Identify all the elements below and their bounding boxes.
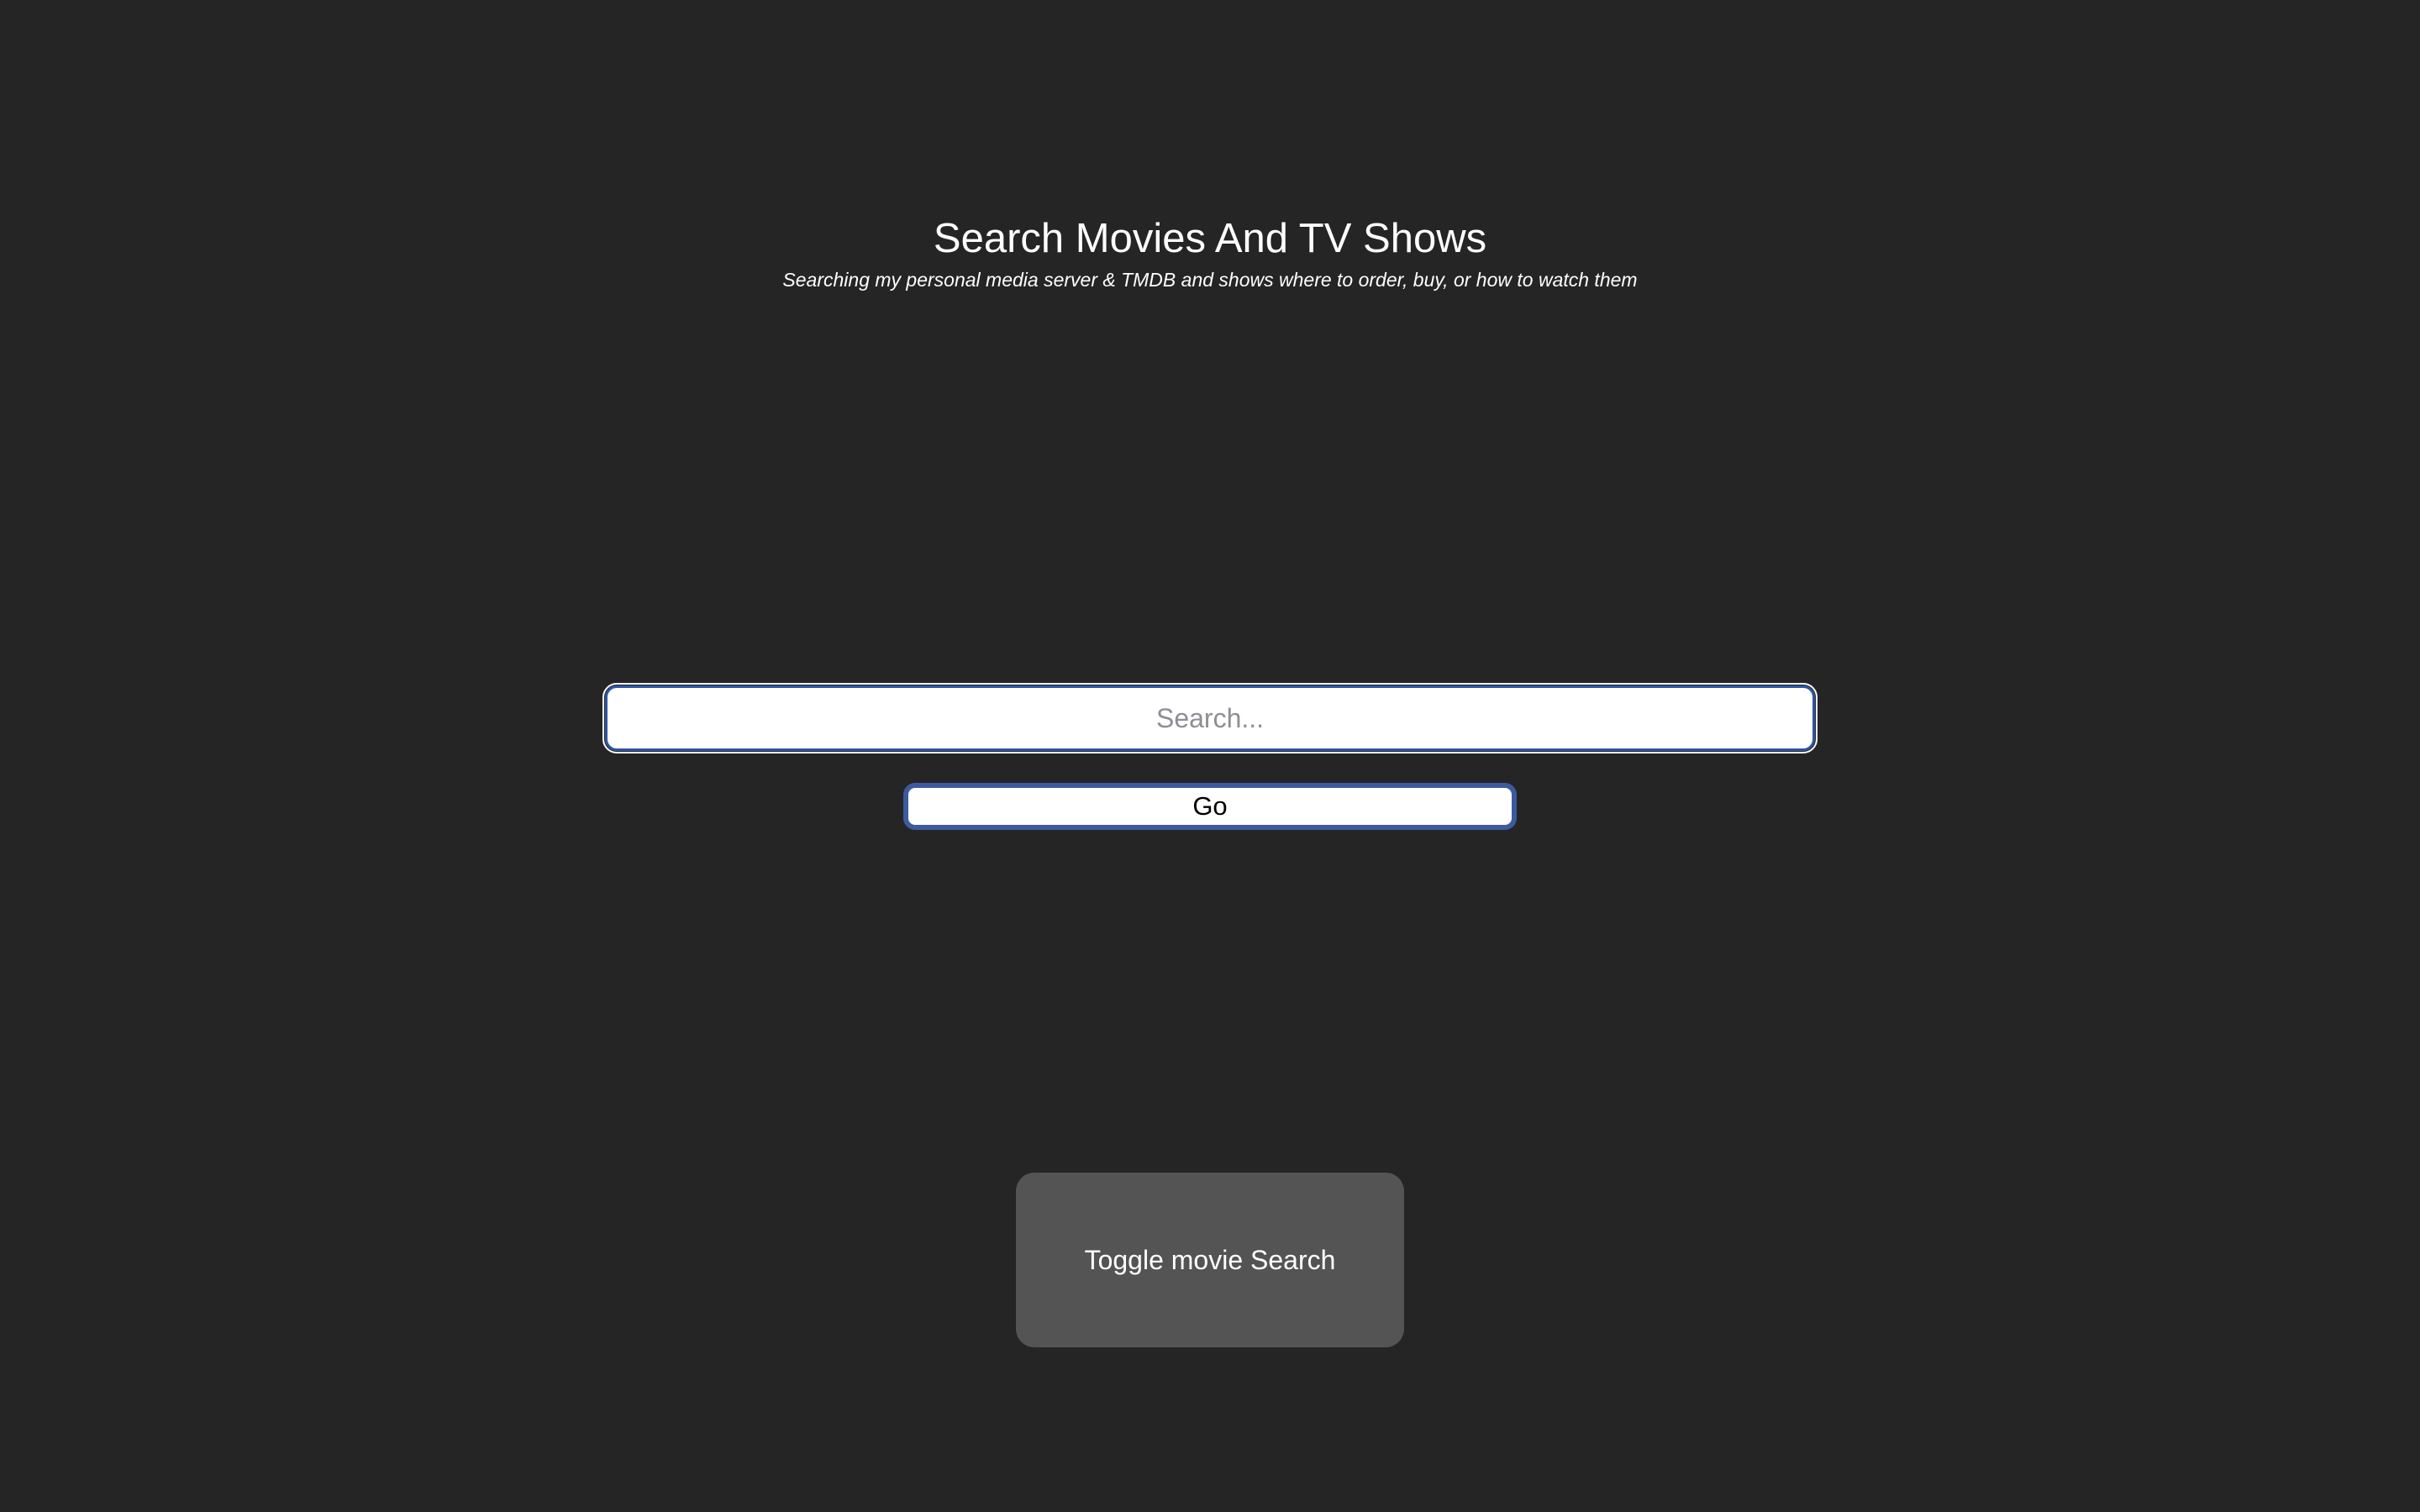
go-button[interactable]: Go xyxy=(903,783,1517,830)
page: Search Movies And TV Shows Searching my … xyxy=(0,0,2420,1512)
page-title: Search Movies And TV Shows xyxy=(933,216,1487,261)
search-input[interactable] xyxy=(602,683,1818,753)
page-header: Search Movies And TV Shows Searching my … xyxy=(0,210,2420,292)
page-subtitle: Searching my personal media server & TMD… xyxy=(782,269,1638,291)
toggle-movie-search-button[interactable]: Toggle movie Search xyxy=(1016,1173,1404,1347)
